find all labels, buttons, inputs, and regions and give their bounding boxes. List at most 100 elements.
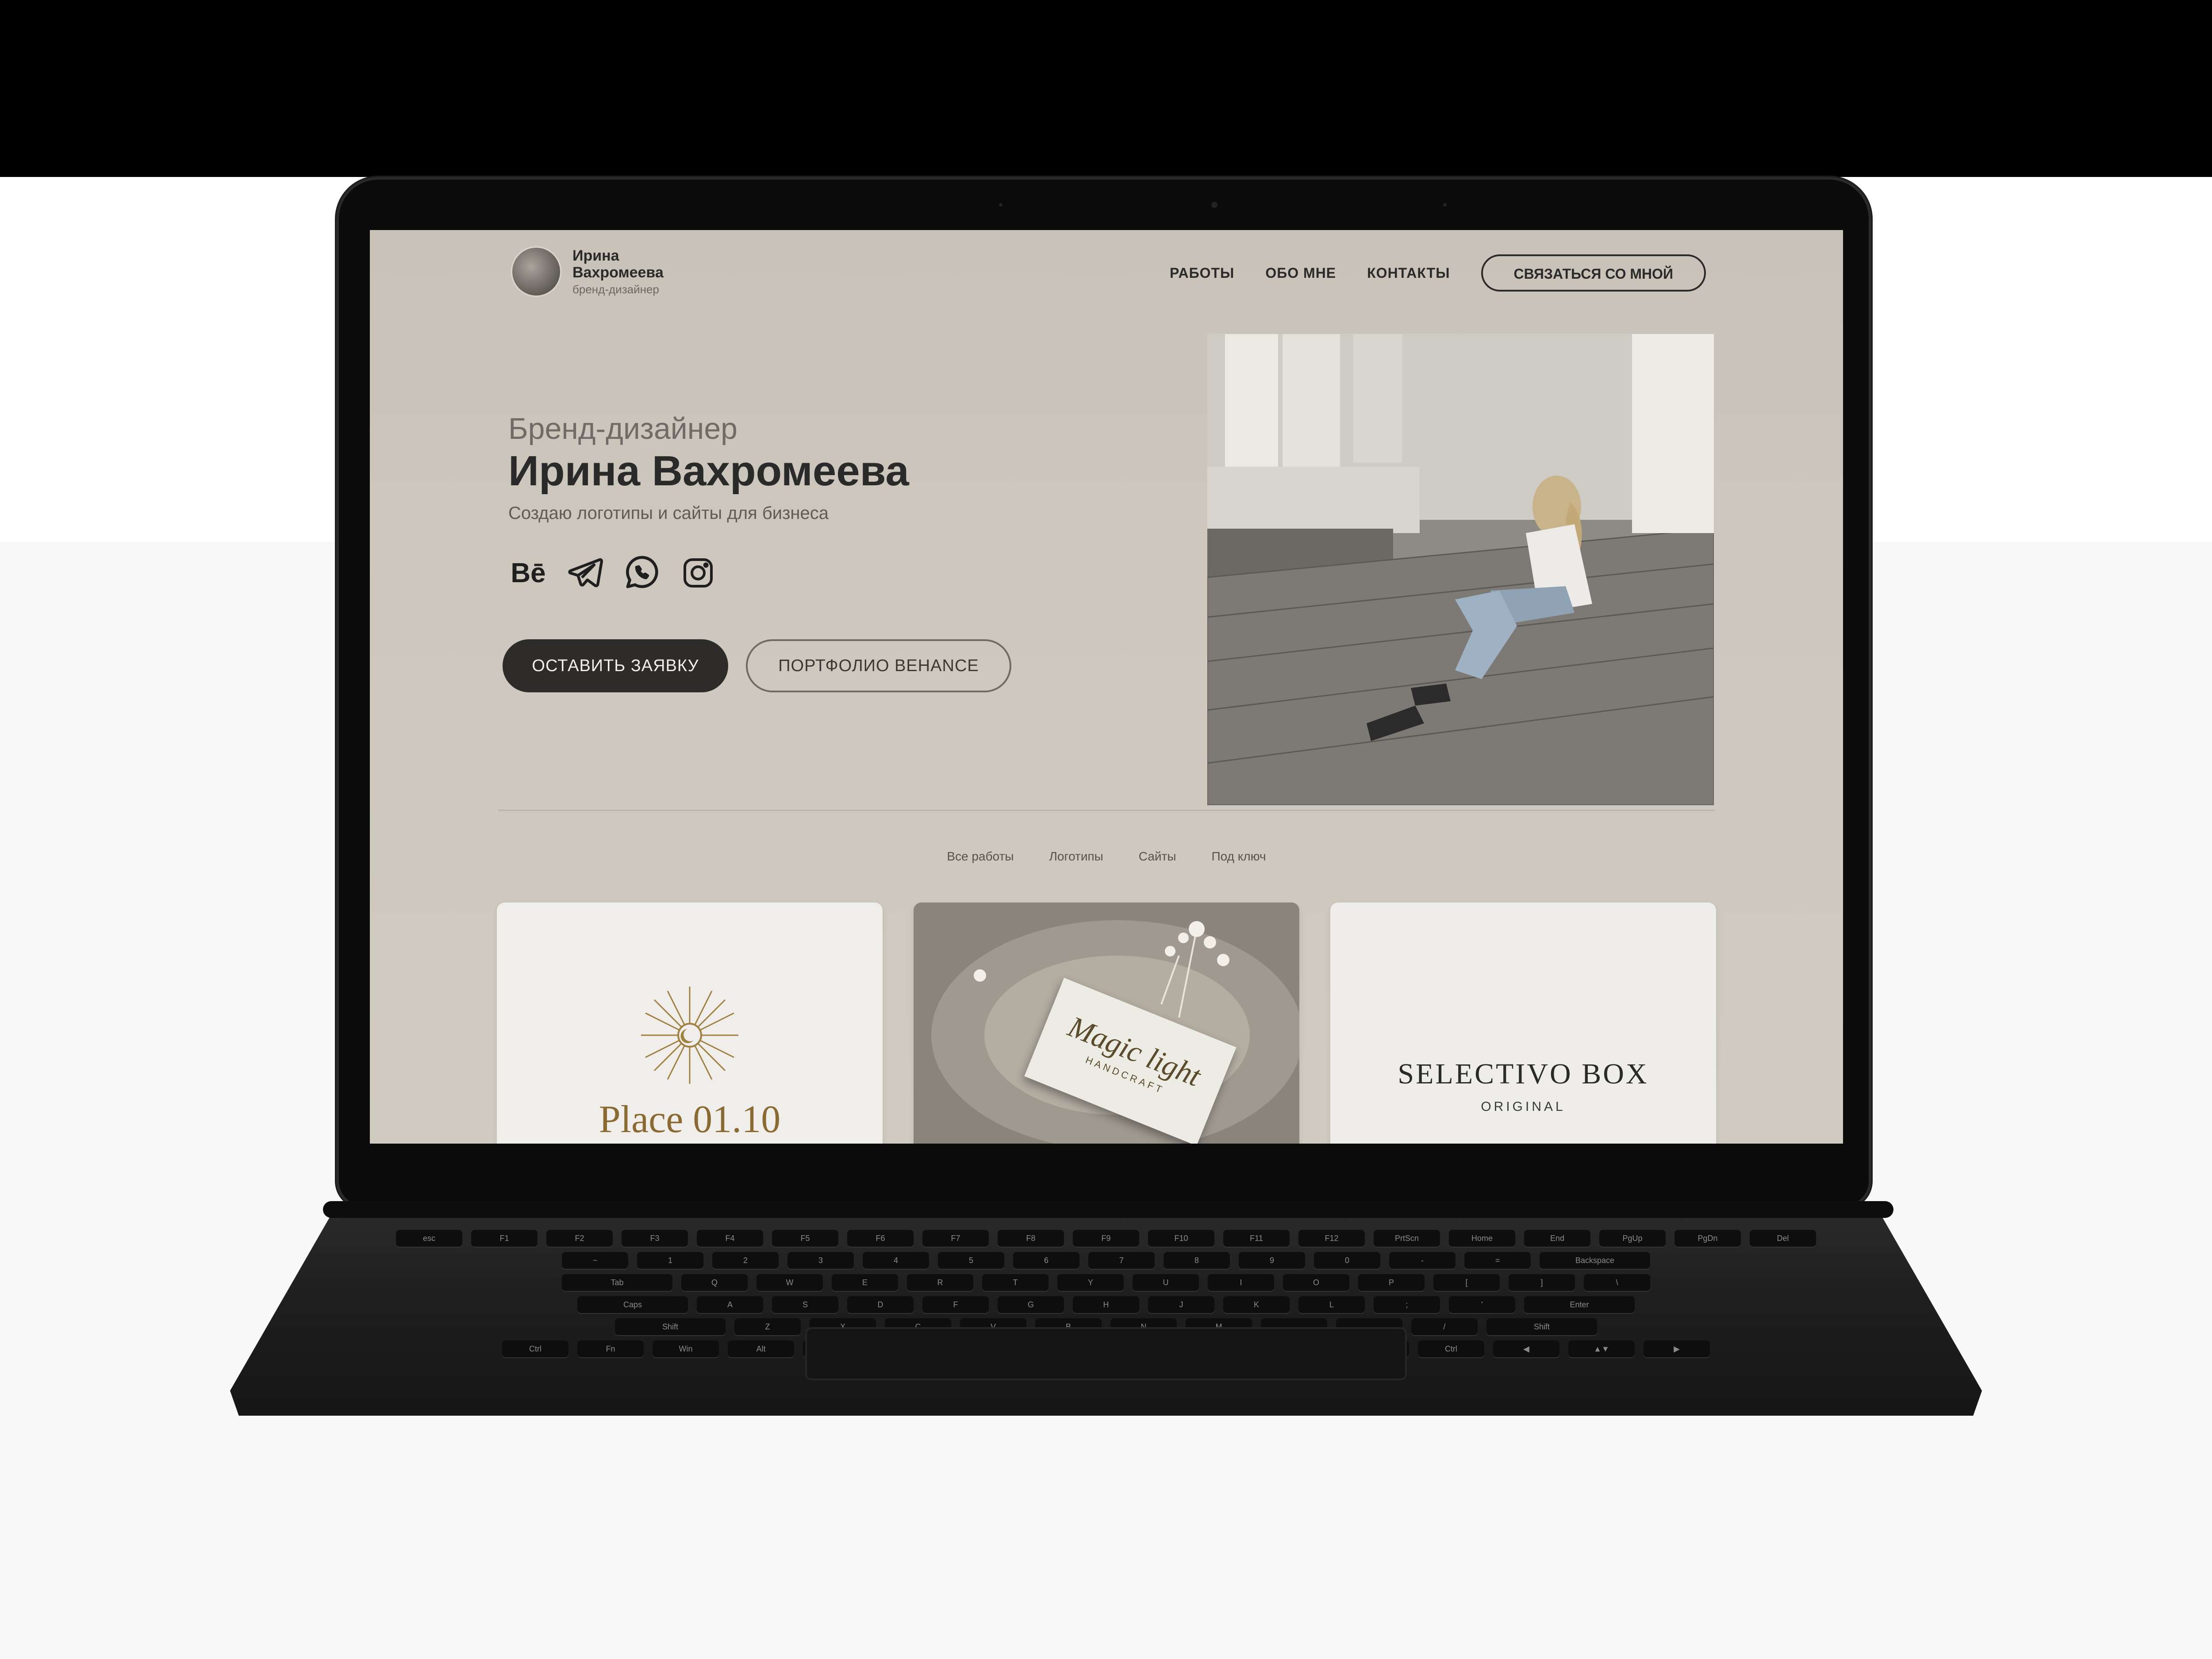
key[interactable]: R (907, 1274, 973, 1291)
key[interactable]: 3 (787, 1252, 854, 1269)
key[interactable]: O (1283, 1274, 1349, 1291)
hero-title: Ирина Вахромеева (508, 447, 909, 495)
key[interactable]: Home (1449, 1230, 1515, 1247)
front-camera (1211, 202, 1217, 208)
key[interactable]: F3 (622, 1230, 688, 1247)
key[interactable]: F9 (1073, 1230, 1139, 1247)
key[interactable]: ' (1449, 1296, 1515, 1313)
key[interactable]: H (1073, 1296, 1139, 1313)
key[interactable]: ] (1509, 1274, 1575, 1291)
key[interactable]: F11 (1223, 1230, 1290, 1247)
site-logo[interactable]: Ирина Вахромеева бренд-дизайнер (511, 246, 687, 297)
key[interactable]: 9 (1239, 1252, 1305, 1269)
key[interactable]: Caps (577, 1296, 688, 1313)
key[interactable]: 0 (1314, 1252, 1380, 1269)
portfolio-card[interactable]: Magic light HANDCRAFT (914, 902, 1299, 1144)
key[interactable]: F1 (471, 1230, 538, 1247)
key[interactable]: End (1524, 1230, 1590, 1247)
nav-contacts[interactable]: КОНТАКТЫ (1367, 265, 1450, 281)
key[interactable]: Ctrl (502, 1340, 568, 1357)
key[interactable]: Tab (562, 1274, 672, 1291)
nav-about[interactable]: ОБО МНЕ (1265, 265, 1336, 281)
key[interactable]: 6 (1013, 1252, 1079, 1269)
key[interactable]: F4 (697, 1230, 763, 1247)
whatsapp-icon[interactable] (622, 553, 661, 593)
key[interactable]: F5 (772, 1230, 838, 1247)
key-row: Tab Q W E R T Y U I O P [] \ (319, 1274, 1893, 1291)
key[interactable]: 8 (1164, 1252, 1230, 1269)
keyboard-hinge (323, 1201, 1893, 1218)
key[interactable]: [ (1433, 1274, 1500, 1291)
filter-logos[interactable]: Логотипы (1049, 849, 1103, 864)
portfolio-card[interactable]: Place 01.10 (497, 902, 883, 1144)
key[interactable]: F7 (922, 1230, 989, 1247)
key[interactable]: Win (653, 1340, 719, 1357)
key[interactable]: F8 (998, 1230, 1064, 1247)
key[interactable]: F12 (1298, 1230, 1365, 1247)
key[interactable]: 4 (863, 1252, 929, 1269)
key[interactable]: PgUp (1599, 1230, 1666, 1247)
key[interactable]: 5 (938, 1252, 1004, 1269)
key[interactable]: D (847, 1296, 914, 1313)
key[interactable]: S (772, 1296, 838, 1313)
key[interactable]: 7 (1088, 1252, 1155, 1269)
top-backdrop (0, 0, 2212, 177)
filter-sites[interactable]: Сайты (1139, 849, 1176, 864)
key[interactable]: U (1133, 1274, 1199, 1291)
telegram-icon[interactable] (565, 553, 605, 593)
website-screen: Ирина Вахромеева бренд-дизайнер РАБОТЫ О… (370, 230, 1843, 1144)
key[interactable]: ▲▼ (1568, 1340, 1635, 1357)
key[interactable]: E (832, 1274, 898, 1291)
key[interactable]: Alt (728, 1340, 794, 1357)
key[interactable]: \ (1584, 1274, 1650, 1291)
key[interactable]: Del (1750, 1230, 1816, 1247)
key[interactable]: Ctrl (1418, 1340, 1484, 1357)
filter-all[interactable]: Все работы (947, 849, 1014, 864)
key[interactable]: J (1148, 1296, 1214, 1313)
portfolio-grid: Place 01.10 Magic light HANDCRAFT SELECT… (497, 902, 1718, 1144)
key[interactable]: F10 (1148, 1230, 1214, 1247)
submit-request-button[interactable]: ОСТАВИТЬ ЗАЯВКУ (503, 639, 728, 692)
contact-me-button[interactable]: СВЯЗАТЬСЯ СО МНОЙ (1481, 254, 1706, 292)
key[interactable]: Shift (615, 1318, 726, 1335)
key[interactable]: ▶ (1644, 1340, 1710, 1357)
key[interactable]: PgDn (1674, 1230, 1741, 1247)
key[interactable]: Backspace (1540, 1252, 1650, 1269)
key[interactable]: P (1358, 1274, 1425, 1291)
key[interactable]: esc (396, 1230, 462, 1247)
key[interactable]: = (1464, 1252, 1531, 1269)
key[interactable]: Q (681, 1274, 748, 1291)
key[interactable]: W (757, 1274, 823, 1291)
key[interactable]: Y (1057, 1274, 1124, 1291)
key[interactable]: 2 (712, 1252, 779, 1269)
nav-works[interactable]: РАБОТЫ (1170, 265, 1234, 281)
key[interactable]: ◀ (1493, 1340, 1559, 1357)
key[interactable]: K (1223, 1296, 1290, 1313)
instagram-icon[interactable] (678, 553, 718, 593)
key[interactable]: Enter (1524, 1296, 1635, 1313)
key[interactable]: G (998, 1296, 1064, 1313)
key[interactable]: - (1389, 1252, 1455, 1269)
portfolio-filters: Все работы Логотипы Сайты Под ключ (370, 849, 1843, 864)
behance-label: Bē (511, 557, 546, 588)
behance-icon[interactable]: Bē (508, 553, 548, 593)
key[interactable]: Fn (577, 1340, 644, 1357)
key[interactable]: Shift (1486, 1318, 1597, 1335)
key[interactable]: PrtScn (1374, 1230, 1440, 1247)
key[interactable]: L (1298, 1296, 1365, 1313)
key[interactable]: F6 (847, 1230, 914, 1247)
key[interactable]: T (982, 1274, 1048, 1291)
key[interactable]: F2 (546, 1230, 613, 1247)
behance-portfolio-button[interactable]: ПОРТФОЛИО BEHANCE (746, 639, 1011, 692)
trackpad[interactable] (805, 1327, 1407, 1380)
key[interactable]: Z (734, 1318, 801, 1335)
key[interactable]: I (1208, 1274, 1274, 1291)
key[interactable]: / (1411, 1318, 1478, 1335)
key[interactable]: F (922, 1296, 989, 1313)
key[interactable]: A (697, 1296, 763, 1313)
key[interactable]: 1 (637, 1252, 703, 1269)
filter-turnkey[interactable]: Под ключ (1212, 849, 1266, 864)
key[interactable]: ~ (562, 1252, 628, 1269)
portfolio-card[interactable]: SELECTIVO BOX ORIGINAL (1330, 902, 1716, 1144)
key[interactable]: ; (1374, 1296, 1440, 1313)
